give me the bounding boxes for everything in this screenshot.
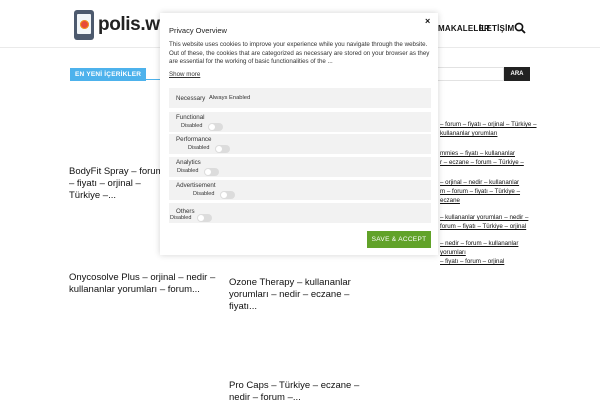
category-status: Disabled — [177, 168, 199, 174]
category-status: Disabled — [193, 191, 215, 197]
close-icon[interactable]: × — [425, 16, 430, 26]
sidebar-search-input[interactable] — [430, 67, 504, 81]
cookie-category-analytics[interactable]: Analytics Disabled — [169, 157, 431, 177]
post-title[interactable]: Pro Caps – Türkiye – eczane – nedir – fo… — [229, 380, 369, 400]
others-toggle[interactable] — [197, 214, 212, 222]
category-label: Analytics — [176, 159, 201, 166]
sidebar-link[interactable]: – forum – fiyatı – orjinal – Türkiye – k… — [440, 120, 540, 138]
phone-logo-icon — [74, 10, 94, 40]
cookie-category-others[interactable]: Others Disabled — [169, 203, 431, 223]
section-divider — [70, 79, 166, 80]
category-status: Disabled — [170, 215, 192, 221]
category-label: Performance — [176, 136, 212, 143]
post-title[interactable]: Ozone Therapy – kullananlar yorumları – … — [229, 277, 369, 313]
analytics-toggle[interactable] — [204, 168, 219, 176]
category-status: Disabled — [188, 145, 210, 151]
cookie-description: This website uses cookies to improve you… — [169, 41, 430, 65]
post-title[interactable]: BodyFit Spray – forum – fiyatı – orjinal… — [69, 166, 169, 202]
functional-toggle[interactable] — [208, 123, 223, 131]
cookie-consent-panel: × Privacy Overview This website uses coo… — [160, 13, 438, 255]
sidebar-link[interactable]: mmies – fiyatı – kullananlar r – eczane … — [440, 149, 540, 167]
heart-icon — [79, 19, 89, 29]
show-more-link[interactable]: Show more — [169, 71, 200, 78]
sidebar-link[interactable]: – nedir – forum – kullananlar yorumları … — [440, 239, 540, 266]
performance-toggle[interactable] — [215, 145, 230, 153]
save-accept-button[interactable]: SAVE & ACCEPT — [367, 231, 431, 248]
sidebar-link-list: – forum – fiyatı – orjinal – Türkiye – k… — [440, 120, 540, 273]
category-status: Disabled — [181, 123, 203, 129]
advertisement-toggle[interactable] — [220, 191, 235, 199]
cookie-category-functional[interactable]: Functional Disabled — [169, 112, 431, 132]
search-icon[interactable] — [514, 22, 526, 34]
sidebar-search-button[interactable]: ARA — [504, 67, 530, 81]
cookie-category-necessary[interactable]: Necessary Always Enabled — [169, 88, 431, 108]
category-status: Always Enabled — [209, 95, 251, 101]
category-label: Others — [176, 208, 195, 215]
category-label: Advertisement — [176, 182, 216, 189]
category-label: Functional — [176, 114, 205, 121]
sidebar-link[interactable]: – kullananlar yorumları – nedir – forum … — [440, 213, 540, 231]
cookie-category-advertisement[interactable]: Advertisement Disabled — [169, 180, 431, 200]
post-title[interactable]: Onycosolve Plus – orjinal – nedir – kull… — [69, 272, 219, 296]
menu-item-iletisim[interactable]: İLETİŞİM — [479, 24, 514, 33]
cookie-category-performance[interactable]: Performance Disabled — [169, 134, 431, 154]
cookie-title: Privacy Overview — [169, 26, 227, 35]
sidebar-link[interactable]: – orjinal – nedir – kullananlar m – foru… — [440, 178, 540, 205]
category-label: Necessary — [176, 95, 206, 102]
